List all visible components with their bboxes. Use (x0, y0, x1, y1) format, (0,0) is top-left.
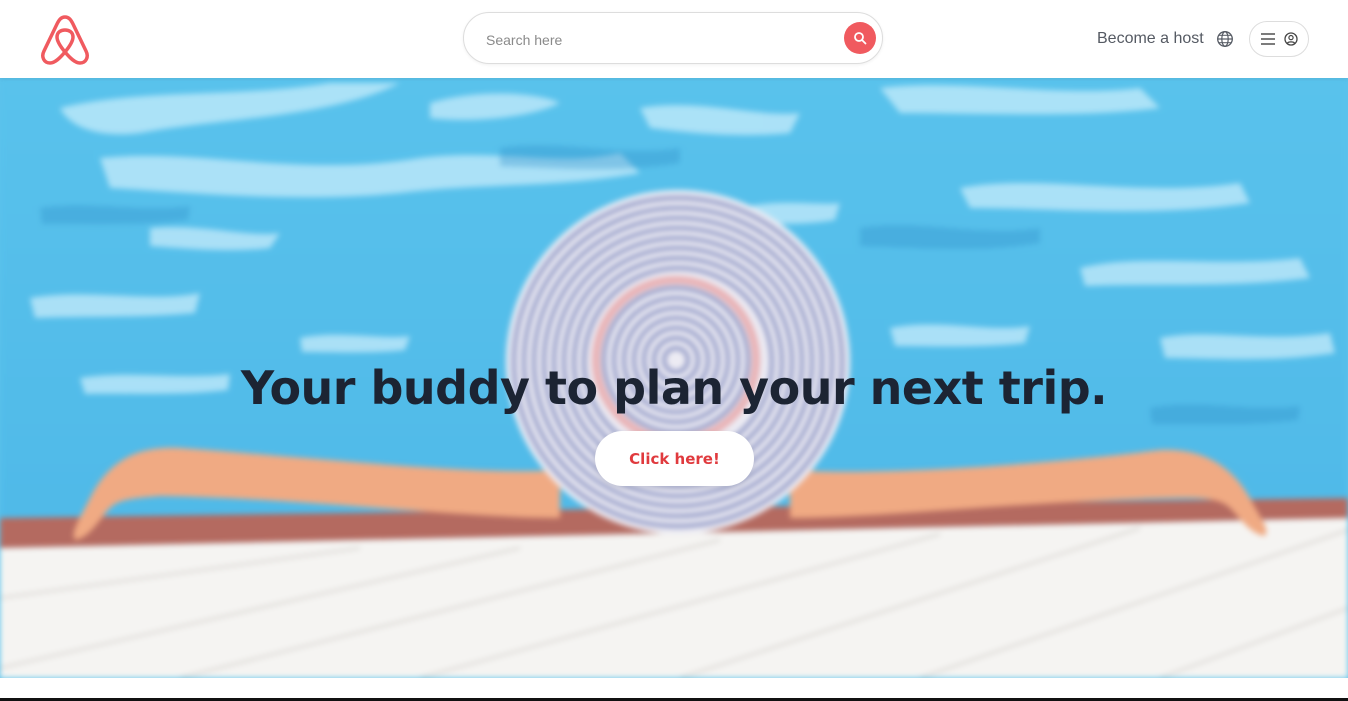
search-icon (854, 32, 867, 45)
search-button[interactable] (844, 22, 876, 54)
user-circle-icon (1284, 32, 1298, 46)
hero-title: Your buddy to plan your next trip. (240, 361, 1108, 415)
search-input[interactable] (484, 27, 838, 53)
search-bar (463, 12, 883, 64)
become-host-link[interactable]: Become a host (1097, 30, 1204, 48)
hero-section: Your buddy to plan your next trip. Click… (0, 78, 1348, 678)
globe-icon[interactable] (1216, 30, 1234, 48)
hamburger-icon (1261, 33, 1275, 45)
click-here-button[interactable]: Click here! (595, 431, 754, 486)
top-navbar: Become a host (0, 0, 1348, 78)
user-menu-button[interactable] (1249, 21, 1309, 57)
airbnb-logo[interactable] (38, 11, 92, 67)
